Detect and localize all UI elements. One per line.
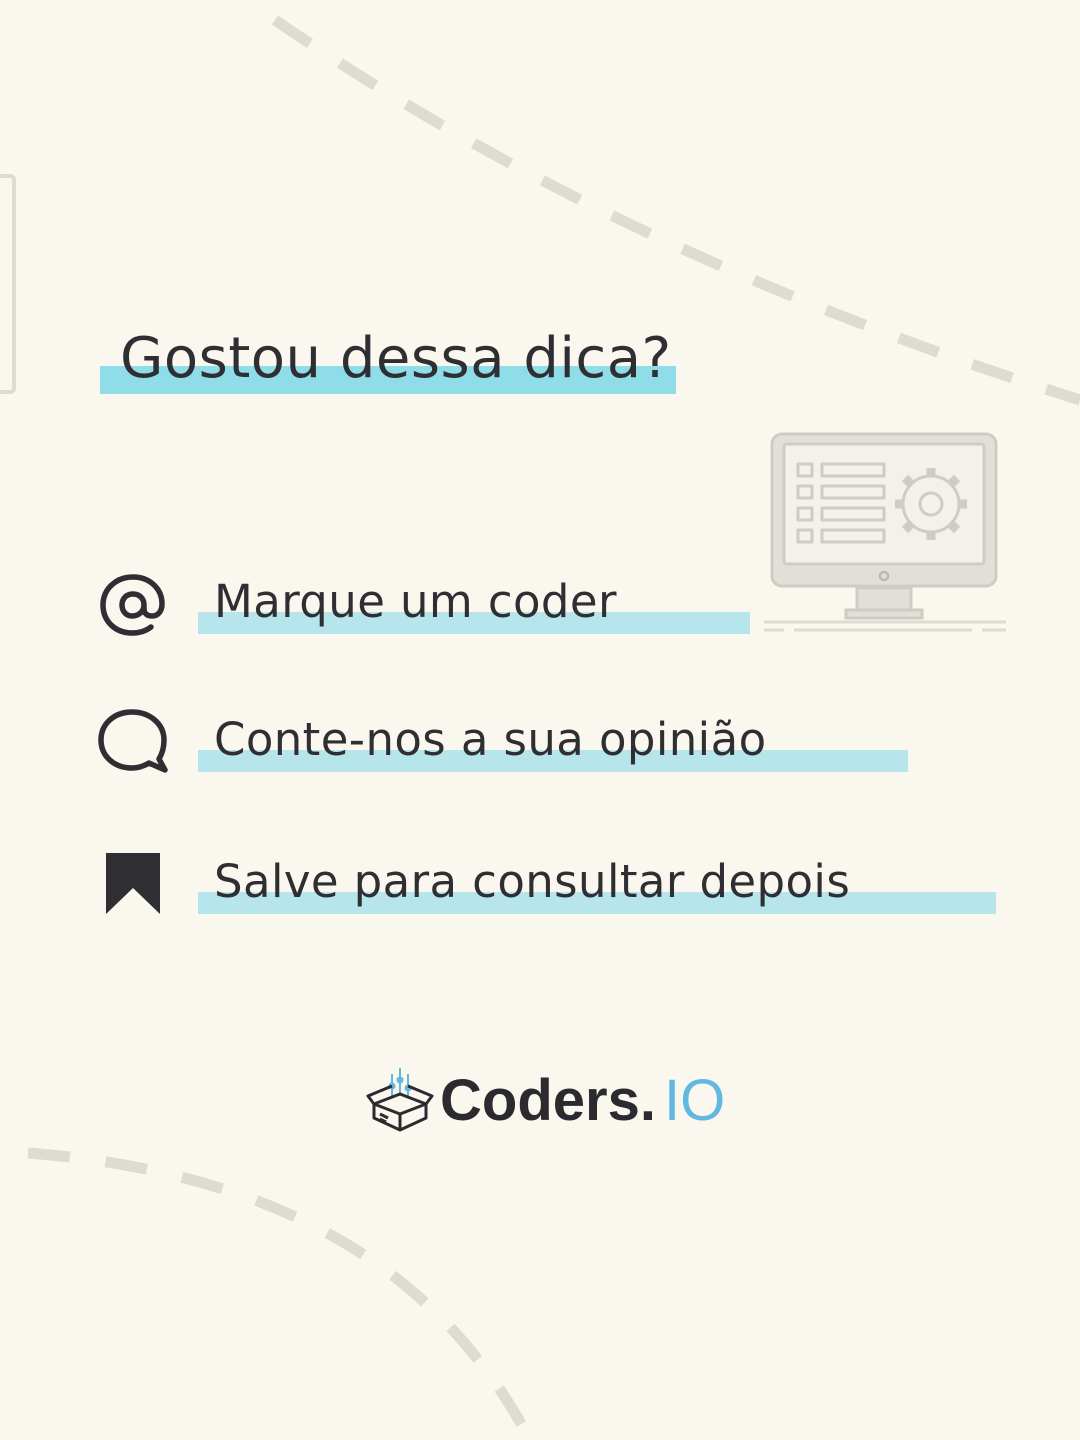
frame-decoration [0, 174, 16, 394]
brand-logo: Coders. IO [366, 1066, 746, 1136]
open-box-logo-icon [366, 1068, 434, 1132]
item-label: Conte-nos a sua opinião [214, 713, 767, 766]
headline-text: Gostou dessa dica? [120, 326, 672, 391]
list-item: Conte-nos a sua opinião [98, 708, 958, 788]
speech-bubble-icon [98, 709, 168, 773]
brand-wordmark: Coders. IO [440, 1068, 725, 1134]
item-label: Salve para consultar depois [214, 855, 851, 908]
brand-name: Coders. [440, 1068, 656, 1133]
item-label: Marque um coder [214, 575, 617, 628]
list-item: Salve para consultar depois [98, 850, 996, 930]
list-item: Marque um coder [98, 570, 958, 650]
bookmark-icon [106, 853, 160, 914]
brand-suffix: IO [663, 1068, 726, 1133]
at-sign-icon [100, 574, 165, 636]
